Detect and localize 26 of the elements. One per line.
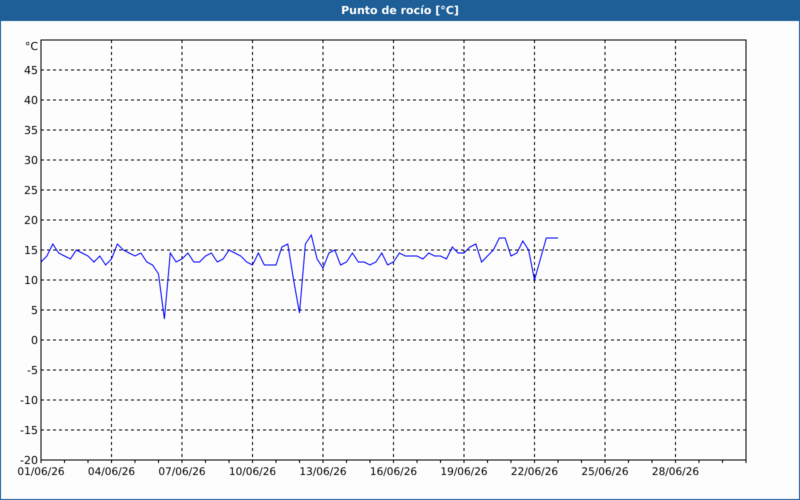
y-axis-unit: °C: [24, 40, 38, 53]
y-tick-label: -15: [20, 424, 38, 437]
x-tick-label: 07/06/26: [158, 466, 206, 478]
x-tick-label: 22/06/26: [510, 466, 558, 478]
x-tick-label: 13/06/26: [299, 466, 347, 478]
y-tick-label: -10: [20, 394, 38, 407]
y-tick-label: 5: [31, 304, 38, 317]
y-tick-label: 10: [24, 274, 38, 287]
y-tick-label: -20: [20, 454, 38, 467]
x-tick-label: 16/06/26: [370, 466, 418, 478]
y-tick-label: 40: [24, 94, 38, 107]
window-title: Punto de rocío [°C]: [1, 0, 799, 21]
y-tick-label: 0: [31, 334, 38, 347]
x-tick-label: 01/06/26: [17, 466, 65, 478]
y-tick-label: 25: [24, 184, 38, 197]
y-tick-label: 45: [24, 64, 38, 77]
x-tick-label: 28/06/26: [652, 466, 700, 478]
y-tick-label: -5: [27, 364, 38, 377]
y-tick-label: 30: [24, 154, 38, 167]
y-tick-label: 20: [24, 214, 38, 227]
y-tick-label: 15: [24, 244, 38, 257]
y-tick-label: 35: [24, 124, 38, 137]
x-tick-label: 19/06/26: [440, 466, 488, 478]
x-tick-label: 25/06/26: [581, 466, 629, 478]
x-tick-label: 04/06/26: [88, 466, 136, 478]
x-tick-label: 10/06/26: [228, 466, 276, 478]
